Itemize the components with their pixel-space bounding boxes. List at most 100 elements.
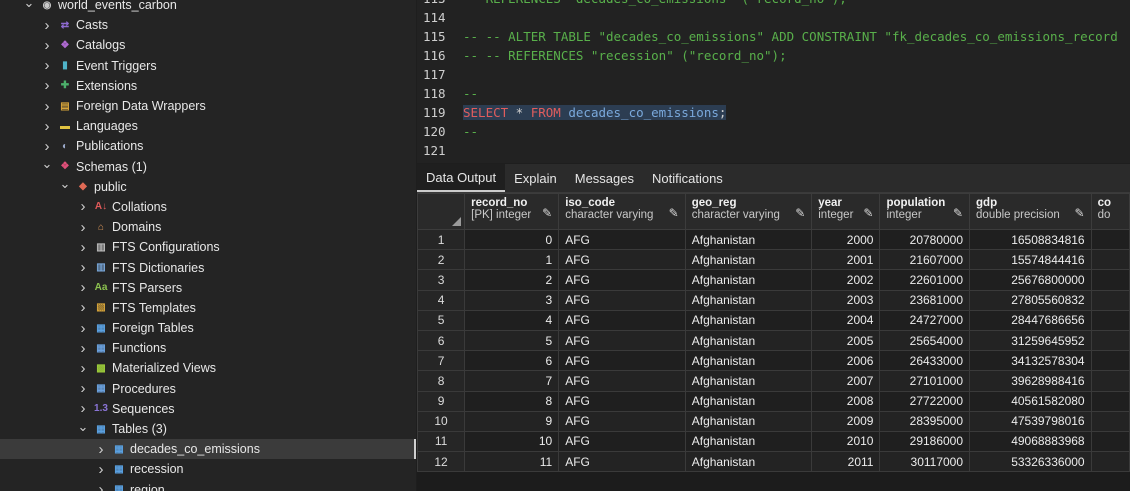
cell-population[interactable]: 22601000 (879, 269, 971, 291)
chevron-right-icon[interactable]: › (76, 380, 90, 397)
tree-node[interactable]: › ✚ Extensions (0, 76, 416, 96)
cell-co[interactable] (1090, 350, 1130, 372)
tree-node[interactable]: › ❖ Catalogs (0, 35, 416, 55)
table-row[interactable]: 6 5 AFG Afghanistan 2005 25654000 31259645952 (417, 329, 1130, 352)
cell-gdp[interactable]: 40561582080 (969, 390, 1092, 412)
cell-iso_code[interactable]: AFG (558, 390, 686, 412)
cell-geo_reg[interactable]: Afghanistan (684, 289, 813, 311)
column-header-year[interactable]: year integer ✎ (811, 193, 881, 230)
cell-geo_reg[interactable]: Afghanistan (684, 390, 813, 412)
table-row[interactable]: 2 1 AFG Afghanistan 2001 21607000 15574844416 (417, 249, 1130, 271)
cell-gdp[interactable]: 31259645952 (969, 329, 1092, 352)
row-number[interactable]: 6 (417, 329, 466, 352)
row-number[interactable]: 11 (417, 430, 466, 453)
chevron-right-icon[interactable]: › (40, 138, 54, 155)
row-number[interactable]: 8 (417, 370, 466, 392)
cell-year[interactable]: 2001 (811, 249, 881, 271)
tree-node[interactable]: › ▦ Functions (0, 338, 416, 358)
cell-geo_reg[interactable]: Afghanistan (684, 309, 813, 331)
cell-gdp[interactable]: 25676800000 (969, 269, 1092, 291)
cell-record_no[interactable]: 1 (464, 249, 560, 271)
chevron-right-icon[interactable]: › (76, 279, 90, 296)
chevron-right-icon[interactable]: › (94, 461, 108, 478)
cell-gdp[interactable]: 34132578304 (969, 350, 1092, 372)
tree-node[interactable]: › ▥ FTS Dictionaries (0, 257, 416, 277)
chevron-right-icon[interactable]: › (40, 98, 54, 115)
edit-pencil-icon[interactable]: ✎ (669, 206, 679, 220)
cell-geo_reg[interactable]: Afghanistan (684, 249, 813, 271)
code-line[interactable]: -- (463, 84, 478, 103)
row-number[interactable]: 10 (417, 410, 466, 432)
cell-iso_code[interactable]: AFG (558, 309, 686, 331)
chevron-right-icon[interactable]: › (76, 259, 90, 276)
cell-record_no[interactable]: 11 (464, 451, 560, 473)
tree-node[interactable]: › ⌂ Domains (0, 217, 416, 237)
cell-population[interactable]: 23681000 (879, 289, 971, 311)
column-header-gdp[interactable]: gdp double precision ✎ (969, 193, 1092, 230)
cell-gdp[interactable]: 28447686656 (969, 309, 1092, 331)
row-number[interactable]: 4 (417, 289, 466, 311)
chevron-right-icon[interactable]: › (76, 320, 90, 337)
cell-record_no[interactable]: 2 (464, 269, 560, 291)
cell-geo_reg[interactable]: Afghanistan (684, 430, 813, 453)
cell-year[interactable]: 2006 (811, 350, 881, 372)
code-line[interactable]: -- (463, 122, 478, 141)
tree-node[interactable]: › ▬ Languages (0, 116, 416, 136)
tab-explain[interactable]: Explain (505, 164, 566, 192)
cell-co[interactable] (1090, 309, 1130, 331)
cell-year[interactable]: 2003 (811, 289, 881, 311)
column-header-co[interactable]: co do (1090, 193, 1130, 230)
cell-record_no[interactable]: 9 (464, 410, 560, 432)
cell-gdp[interactable]: 15574844416 (969, 249, 1092, 271)
table-row[interactable]: 11 10 AFG Afghanistan 2010 29186000 4906888396… (417, 430, 1130, 453)
tree-node[interactable]: ⌄ ◉ world_events_carbon (0, 0, 416, 15)
sql-editor[interactable]: 113 114 115 116 117 118 119 120 121 REFERENCES "… (417, 0, 1130, 163)
chevron-down-icon[interactable]: ⌄ (58, 176, 72, 191)
chevron-right-icon[interactable]: › (40, 57, 54, 74)
cell-iso_code[interactable]: AFG (558, 329, 686, 352)
column-header-population[interactable]: population integer ✎ (879, 193, 971, 230)
cell-co[interactable] (1090, 269, 1130, 291)
tree-node[interactable]: › Aa FTS Parsers (0, 278, 416, 298)
cell-gdp[interactable]: 47539798016 (969, 410, 1092, 432)
column-header-geo_reg[interactable]: geo_reg character varying ✎ (684, 193, 813, 230)
cell-iso_code[interactable]: AFG (558, 228, 686, 251)
cell-gdp[interactable]: 27805560832 (969, 289, 1092, 311)
cell-population[interactable]: 27101000 (879, 370, 971, 392)
chevron-right-icon[interactable]: › (76, 198, 90, 215)
tree-node[interactable]: › ▩ Materialized Views (0, 358, 416, 378)
cell-geo_reg[interactable]: Afghanistan (684, 451, 813, 473)
chevron-right-icon[interactable]: › (40, 118, 54, 135)
cell-iso_code[interactable]: AFG (558, 410, 686, 432)
cell-population[interactable]: 21607000 (879, 249, 971, 271)
table-row[interactable]: 9 8 AFG Afghanistan 2008 27722000 40561582080 (417, 390, 1130, 412)
cell-year[interactable]: 2004 (811, 309, 881, 331)
edit-pencil-icon[interactable]: ✎ (1075, 206, 1085, 220)
cell-year[interactable]: 2011 (811, 451, 881, 473)
code-line[interactable]: REFERENCES "decades_co_emissions" ("reco… (463, 0, 847, 8)
tree-node[interactable]: › ◐ Publications (0, 136, 416, 156)
chevron-right-icon[interactable]: › (76, 299, 90, 316)
row-number[interactable]: 12 (417, 451, 466, 473)
table-row[interactable]: 4 3 AFG Afghanistan 2003 23681000 27805560832 (417, 289, 1130, 311)
cell-gdp[interactable]: 53326336000 (969, 451, 1092, 473)
column-header-record_no[interactable]: record_no [PK] integer ✎ (464, 193, 560, 230)
tree-node[interactable]: › ⇄ Casts (0, 15, 416, 35)
table-row[interactable]: 1 0 AFG Afghanistan 2000 20780000 16508834816 (417, 228, 1130, 251)
row-number[interactable]: 2 (417, 249, 466, 271)
tree-node[interactable]: › ▤ Foreign Data Wrappers (0, 96, 416, 116)
chevron-right-icon[interactable]: › (76, 219, 90, 236)
chevron-right-icon[interactable]: › (40, 77, 54, 94)
cell-year[interactable]: 2005 (811, 329, 881, 352)
cell-co[interactable] (1090, 430, 1130, 453)
cell-iso_code[interactable]: AFG (558, 289, 686, 311)
tree-node[interactable]: ⌄ ▦ Tables (3) (0, 419, 416, 439)
cell-population[interactable]: 27722000 (879, 390, 971, 412)
cell-geo_reg[interactable]: Afghanistan (684, 350, 813, 372)
chevron-down-icon[interactable]: ⌄ (22, 0, 36, 10)
table-row[interactable]: 8 7 AFG Afghanistan 2007 27101000 39628988416 (417, 370, 1130, 392)
cell-iso_code[interactable]: AFG (558, 451, 686, 473)
tree-node[interactable]: › ▦ recession (0, 459, 416, 479)
cell-co[interactable] (1090, 329, 1130, 352)
row-number[interactable]: 1 (417, 228, 466, 251)
